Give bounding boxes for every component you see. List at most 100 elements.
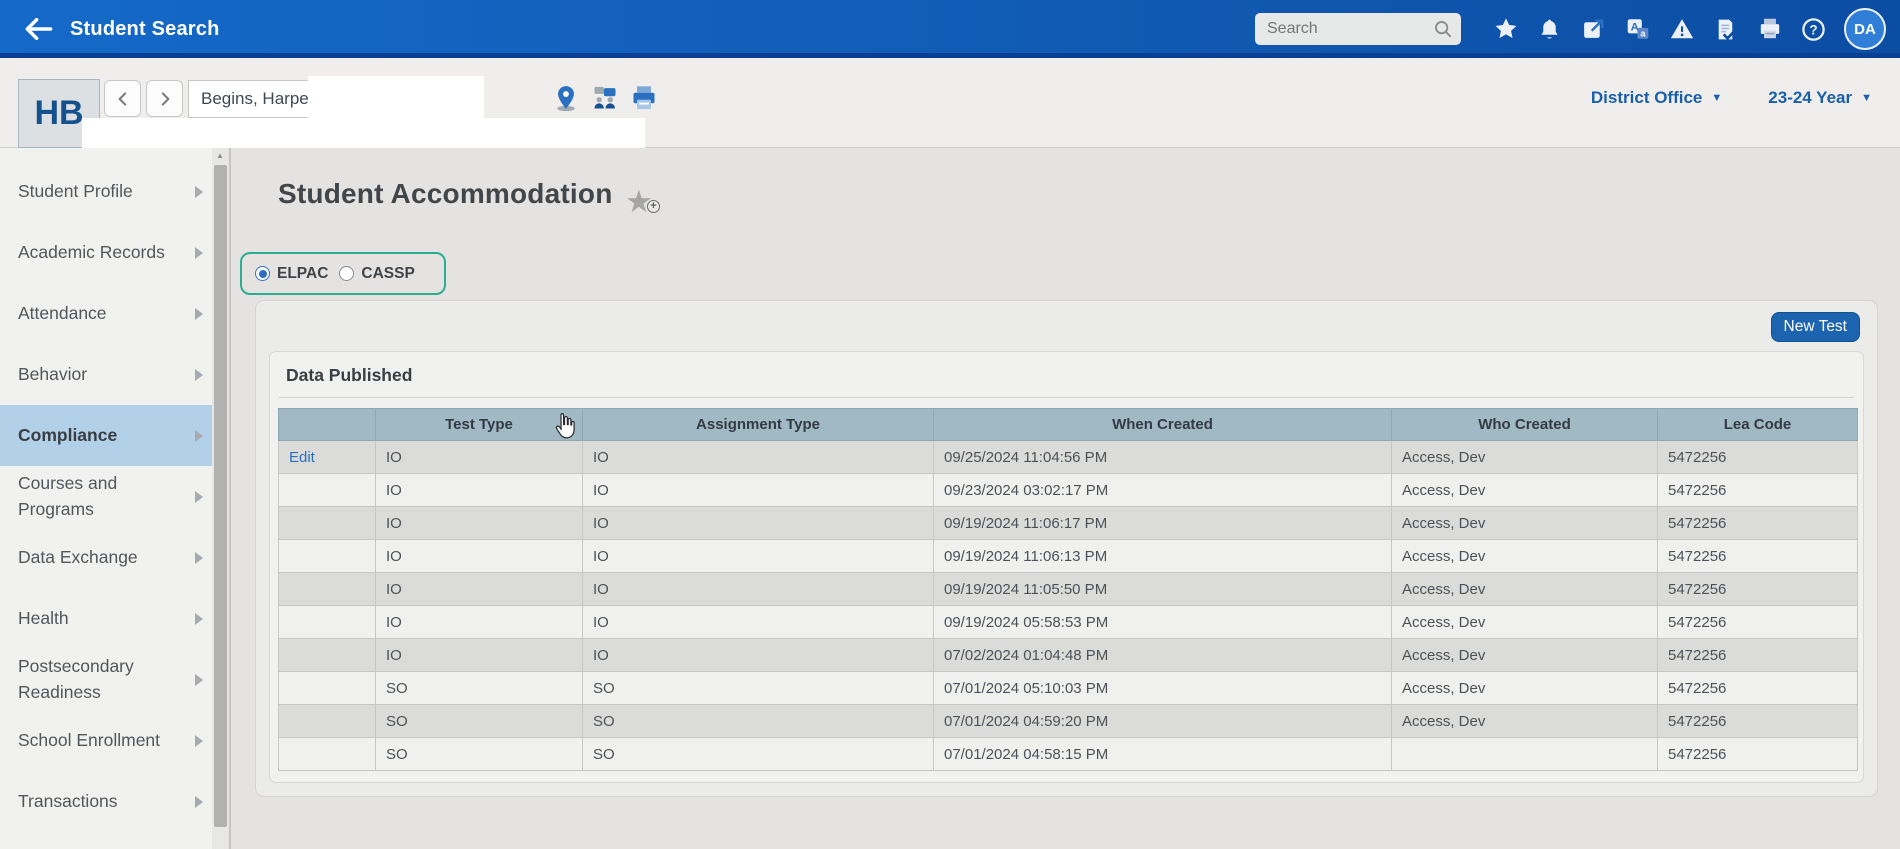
data-cell [279,639,376,672]
data-cell: SO [376,672,583,705]
table-row: IOIO09/19/2024 05:58:53 PMAccess, Dev547… [279,606,1858,639]
translate-icon[interactable]: A a [1624,16,1651,43]
column-header-test-type[interactable]: Test Type [376,409,583,441]
table-row: IOIO09/19/2024 11:05:50 PMAccess, Dev547… [279,573,1858,606]
print-icon[interactable] [1756,16,1783,43]
data-cell: 5472256 [1658,639,1858,672]
navigation-sidebar: Student Profile Academic Records Attenda… [0,148,212,849]
chevron-down-icon: ▼ [1711,93,1722,104]
help-icon[interactable]: ? [1800,16,1827,43]
column-header-lea-code[interactable]: Lea Code [1658,409,1858,441]
sidebar-item-courses-and-programs[interactable]: Courses and Programs [0,466,212,527]
sidebar-item-attendance[interactable]: Attendance [0,283,212,344]
column-header-when-created[interactable]: When Created [934,409,1392,441]
table-body: EditIOIO09/25/2024 11:04:56 PMAccess, De… [279,441,1858,771]
data-cell: IO [583,540,934,573]
sidebar-item-transactions[interactable]: Transactions [0,771,212,832]
chevron-right-icon [195,430,203,442]
sidebar-item-label: Postsecondary Readiness [18,654,195,705]
sidebar-item-label: Academic Records [18,240,165,265]
year-selector[interactable]: 23-24 Year ▼ [1768,88,1872,108]
alerts-warning-icon[interactable] [1668,16,1695,43]
chevron-down-icon: ▼ [1861,93,1872,104]
new-test-button[interactable]: New Test [1771,312,1860,342]
data-cell: 09/19/2024 11:06:13 PM [934,540,1392,573]
sidebar-item-label: Compliance [18,423,117,448]
edit-link[interactable]: Edit [289,449,315,466]
sidebar-item-compliance[interactable]: Compliance [0,405,212,466]
data-cell: SO [376,738,583,771]
release-notes-check-icon[interactable] [1712,16,1739,43]
data-cell: 5472256 [1658,573,1858,606]
data-published-section: Data Published Test TypeAssignment TypeW… [269,351,1864,783]
scroll-up-arrow-icon[interactable]: ▲ [212,148,228,163]
chevron-right-icon [195,491,203,503]
data-cell: 07/02/2024 01:04:48 PM [934,639,1392,672]
data-cell: 5472256 [1658,507,1858,540]
data-cell [279,705,376,738]
radio-elpac[interactable] [255,266,270,281]
scrollbar-thumb[interactable] [214,165,227,827]
data-cell: 07/01/2024 05:10:03 PM [934,672,1392,705]
location-pin-icon[interactable] [552,84,580,112]
data-cell: Access, Dev [1392,672,1658,705]
data-cell [279,606,376,639]
sidebar-item-label: Health [18,606,69,631]
section-title: Data Published [277,365,1856,386]
data-cell: IO [583,573,934,606]
data-cell: Access, Dev [1392,639,1658,672]
next-student-button[interactable] [146,80,183,117]
data-cell [1392,738,1658,771]
sidebar-item-health[interactable]: Health [0,588,212,649]
data-cell: 07/01/2024 04:58:15 PM [934,738,1392,771]
radio-cassp[interactable] [339,266,354,281]
data-cell: IO [376,573,583,606]
sidebar-item-label: Student Profile [18,179,133,204]
data-cell: 5472256 [1658,474,1858,507]
column-header-action[interactable] [279,409,376,441]
chevron-right-icon [195,369,203,381]
sidebar-item-label: Courses and Programs [18,471,195,522]
chevron-right-icon [195,552,203,564]
favorites-star-icon[interactable] [1492,16,1519,43]
sidebar-item-label: School Enrollment [18,728,160,753]
sidebar-item-data-exchange[interactable]: Data Exchange [0,527,212,588]
data-cell: Access, Dev [1392,540,1658,573]
global-search [1255,13,1461,45]
svg-text:a: a [1640,28,1646,38]
column-header-assignment-type[interactable]: Assignment Type [583,409,934,441]
open-new-window-icon[interactable] [1580,16,1607,43]
data-cell: 5472256 [1658,540,1858,573]
page-context-title: Student Search [70,18,220,41]
school-selector[interactable]: District Office ▼ [1591,88,1722,108]
print-student-icon[interactable] [630,84,658,112]
sidebar-item-student-profile[interactable]: Student Profile [0,161,212,222]
search-input[interactable] [1255,20,1461,38]
data-cell: SO [583,705,934,738]
student-conference-icon[interactable] [591,84,619,112]
back-button[interactable] [22,13,54,45]
data-cell: 5472256 [1658,606,1858,639]
search-icon[interactable] [1432,18,1454,40]
previous-student-button[interactable] [104,80,141,117]
data-cell [279,738,376,771]
back-arrow-icon [22,13,54,45]
data-cell: SO [583,672,934,705]
notifications-bell-icon[interactable] [1536,16,1563,43]
column-header-who-created[interactable]: Who Created [1392,409,1658,441]
add-to-favorites-button[interactable]: ★ + [625,186,665,220]
user-avatar[interactable]: DA [1844,8,1886,50]
sidebar-item-academic-records[interactable]: Academic Records [0,222,212,283]
sidebar-item-school-enrollment[interactable]: School Enrollment [0,710,212,771]
sidebar-item-behavior[interactable]: Behavior [0,344,212,405]
table-row: SOSO07/01/2024 04:59:20 PMAccess, Dev547… [279,705,1858,738]
data-cell: 5472256 [1658,705,1858,738]
data-cell: IO [376,606,583,639]
chevron-right-icon [195,674,203,686]
sidebar-scrollbar[interactable]: ▲ [212,148,228,849]
table-row: SOSO07/01/2024 04:58:15 PM5472256 [279,738,1858,771]
chevron-right-icon [156,90,174,108]
data-cell: IO [376,507,583,540]
sidebar-item-postsecondary-readiness[interactable]: Postsecondary Readiness [0,649,212,710]
data-cell: 5472256 [1658,672,1858,705]
